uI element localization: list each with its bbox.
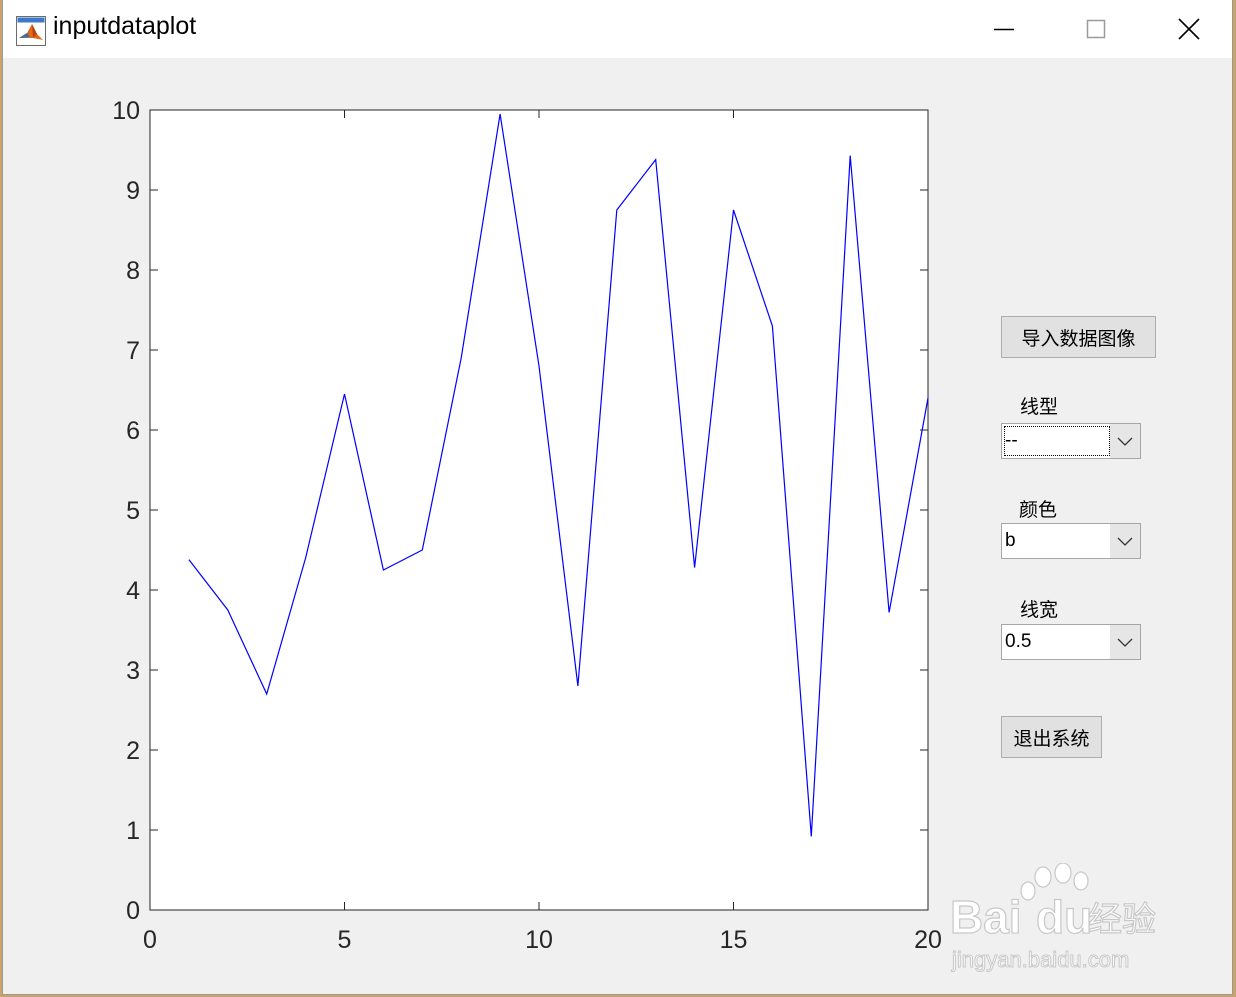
minimize-button[interactable]: [958, 0, 1050, 58]
chevron-down-icon: [1117, 537, 1133, 546]
y-tick-label: 4: [126, 577, 140, 605]
axes-background: [149, 109, 929, 911]
window-title: inputdataplot: [53, 12, 197, 40]
matlab-icon: [16, 16, 46, 46]
color-select[interactable]: b: [1001, 523, 1141, 559]
y-tick-label: 1: [126, 817, 140, 845]
color-label: 颜色: [1019, 499, 1058, 521]
x-tick-label: 20: [914, 926, 942, 954]
dropdown-arrow[interactable]: [1110, 625, 1140, 659]
linestyle-label: 线型: [1020, 396, 1059, 418]
y-tick-label: 8: [126, 257, 140, 285]
import-data-button[interactable]: 导入数据图像: [1001, 316, 1156, 358]
y-tick-label: 10: [112, 97, 140, 125]
linestyle-select[interactable]: --: [1001, 423, 1141, 459]
app-window: inputdataplot 0 5 10 15 20 0 1 2 3 4 5 6 7 8 9 10 导入数据图…: [3, 0, 1232, 994]
watermark-url: jingyan.baidu.com: [951, 947, 1129, 972]
y-tick-label: 3: [126, 657, 140, 685]
line-plot[interactable]: 0 5 10 15 20 0 1 2 3 4 5 6 7 8 9 10: [3, 58, 993, 994]
x-tick-label: 5: [338, 926, 352, 954]
y-tick-label: 9: [126, 177, 140, 205]
close-icon: [1178, 18, 1200, 40]
x-tick-label: 10: [525, 926, 553, 954]
maximize-button[interactable]: [1050, 0, 1142, 58]
y-tick-label: 2: [126, 737, 140, 765]
dropdown-arrow[interactable]: [1110, 424, 1140, 458]
focus-rectangle: [1004, 426, 1110, 456]
y-tick-label: 7: [126, 337, 140, 365]
watermark-du: du: [1036, 891, 1092, 943]
linewidth-label: 线宽: [1020, 599, 1059, 621]
dropdown-arrow[interactable]: [1110, 524, 1140, 558]
maximize-icon: [1086, 19, 1106, 39]
y-tick-label: 6: [126, 417, 140, 445]
watermark-brand: Bai: [950, 891, 1022, 943]
linewidth-value: 0.5: [1005, 631, 1032, 652]
chevron-down-icon: [1117, 437, 1133, 446]
title-bar[interactable]: inputdataplot: [3, 0, 1232, 58]
x-tick-label: 0: [143, 926, 157, 954]
linestyle-value: --: [1005, 430, 1018, 451]
watermark-jingyan: 经验: [1088, 900, 1156, 940]
y-tick-label: 0: [126, 897, 140, 925]
y-tick-label: 5: [126, 497, 140, 525]
x-tick-label: 15: [720, 926, 748, 954]
color-value: b: [1005, 530, 1016, 551]
baidu-jingyan-watermark: Bai du 经验 jingyan.baidu.com: [949, 863, 1157, 973]
exit-system-button[interactable]: 退出系统: [1001, 716, 1102, 758]
figure-client-area: 0 5 10 15 20 0 1 2 3 4 5 6 7 8 9 10 导入数据图像 线型 -- 颜色 b 线…: [3, 58, 1232, 994]
linewidth-select[interactable]: 0.5: [1001, 624, 1141, 660]
close-button[interactable]: [1142, 0, 1234, 58]
minimize-icon: [994, 28, 1014, 31]
chevron-down-icon: [1117, 638, 1133, 647]
